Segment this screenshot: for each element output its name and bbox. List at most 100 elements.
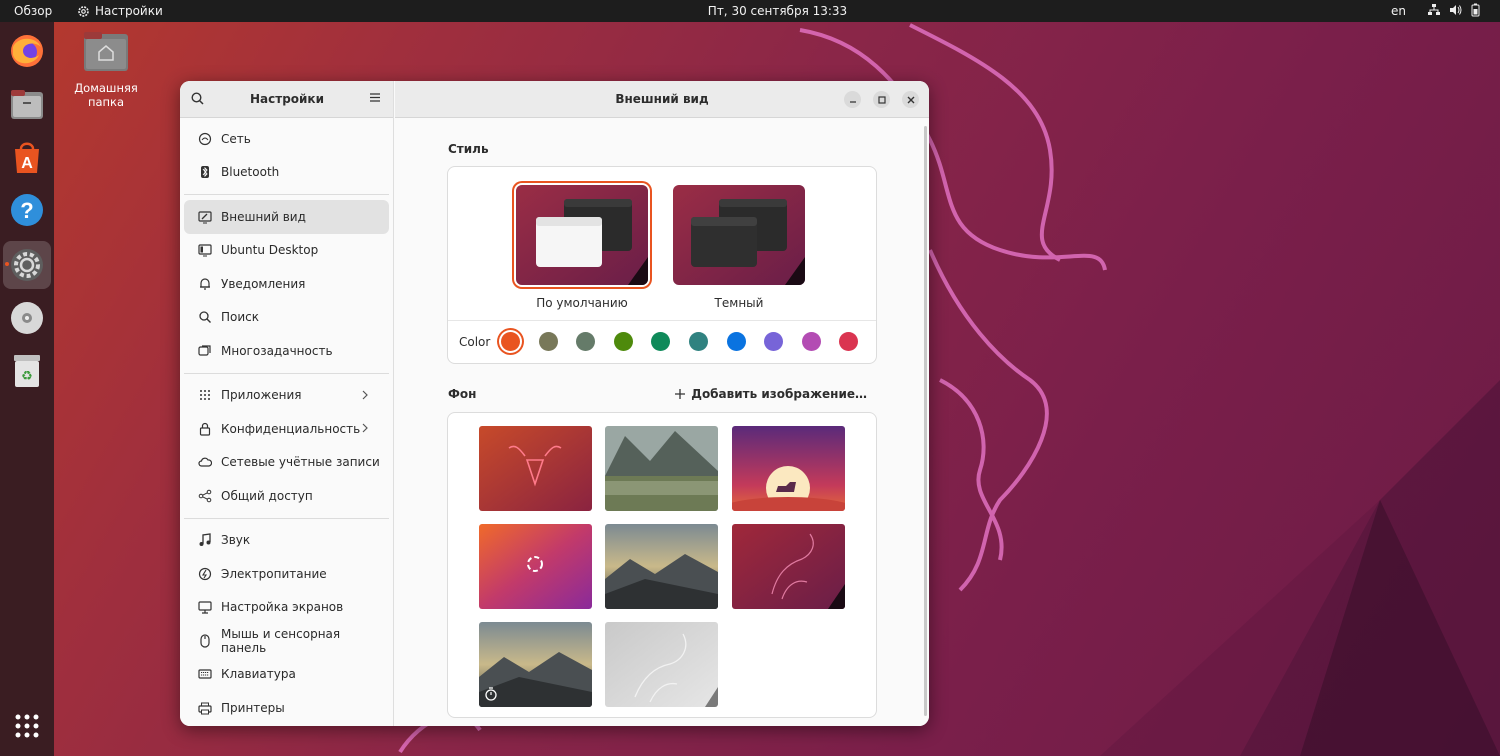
accent-color-swatch[interactable] (726, 332, 746, 351)
system-tray[interactable] (1428, 3, 1480, 17)
sidebar-item-keyboard[interactable]: Клавиатура (184, 658, 389, 692)
sidebar-list: Сеть Bluetooth Внешний вид Ubuntu Desktop Ув… (180, 118, 393, 725)
maximize-icon (877, 95, 886, 104)
close-icon (907, 96, 914, 103)
disc-launcher[interactable] (3, 294, 51, 342)
wallpaper-thumb[interactable] (479, 524, 592, 609)
sidebar-item-printer[interactable]: Принтеры (184, 691, 389, 725)
style-dark-label: Темный (714, 296, 764, 310)
sidebar-item-lock[interactable]: Конфиденциальность (184, 412, 389, 446)
scrollbar[interactable] (924, 126, 927, 716)
color-label: Color (459, 335, 491, 349)
dock: A ? ♻ (0, 22, 54, 756)
network-icon (198, 132, 212, 145)
home-folder-label: Домашняя папка (74, 81, 138, 109)
trash-launcher[interactable]: ♻ (3, 347, 51, 395)
help-launcher[interactable]: ? (3, 186, 51, 234)
wallpaper-thumb[interactable] (605, 622, 718, 707)
sidebar-item-appearance[interactable]: Внешний вид (184, 200, 389, 234)
style-section-label: Стиль (448, 142, 489, 156)
divider (448, 320, 876, 321)
accent-color-swatch[interactable] (839, 332, 859, 351)
sidebar-item-multitasking[interactable]: Многозадачность (184, 334, 389, 368)
files-launcher[interactable] (3, 80, 51, 128)
accent-color-swatch[interactable] (651, 332, 671, 351)
settings-window: Настройки Сеть Bluetooth Внешний вид Ubuntu… (180, 81, 929, 726)
sidebar-item-power[interactable]: Электропитание (184, 557, 389, 591)
wallpaper-ubuntu-gradient (479, 524, 592, 609)
battery-icon (1471, 3, 1480, 17)
sidebar-item-label: Поиск (221, 310, 260, 325)
sidebar-item-label: Общий доступ (221, 488, 313, 503)
desktop-home-folder[interactable]: Домашняя папка (58, 30, 154, 109)
mouse-icon (200, 634, 210, 648)
style-default-option[interactable] (516, 185, 648, 285)
sidebar-item-share[interactable]: Общий доступ (184, 479, 389, 513)
sidebar-item-ubuntu-desktop[interactable]: Ubuntu Desktop (184, 234, 389, 268)
sidebar-item-search[interactable]: Поиск (184, 301, 389, 335)
add-image-label: Добавить изображение… (691, 387, 867, 401)
maximize-button[interactable] (873, 91, 890, 108)
sidebar-item-cloud[interactable]: Сетевые учётные записи (184, 446, 389, 480)
accent-color-swatch[interactable] (689, 332, 708, 351)
sidebar-title: Настройки (249, 92, 324, 106)
appearance-icon (198, 211, 212, 224)
sidebar-item-bell[interactable]: Уведомления (184, 267, 389, 301)
background-section-label: Фон (448, 387, 477, 401)
wallpaper-thumb[interactable] (479, 426, 592, 511)
firefox-launcher[interactable] (3, 27, 51, 75)
wallpaper-thumb[interactable] (732, 426, 845, 511)
add-image-button[interactable]: Добавить изображение… (675, 387, 867, 401)
wallpaper-thumb[interactable] (732, 524, 845, 609)
wallpaper-lake-mountains (605, 426, 718, 511)
disc-icon (11, 302, 43, 334)
clock[interactable]: Пт, 30 сентября 13:33 (0, 4, 1500, 18)
sidebar-item-display[interactable]: Настройка экранов (184, 591, 389, 625)
sidebar-item-label: Уведомления (221, 276, 306, 291)
files-icon (11, 90, 43, 119)
sidebar-item-mouse[interactable]: Мышь и сенсорная панель (184, 624, 389, 658)
settings-icon (11, 249, 43, 281)
style-dark-option[interactable] (673, 185, 805, 285)
music-note-icon (199, 533, 211, 547)
style-card: По умолчанию Темный Color (447, 166, 877, 364)
wallpaper-moon-kudu (732, 426, 845, 511)
search-icon (199, 311, 211, 324)
close-button[interactable] (902, 91, 919, 108)
accent-color-swatch[interactable] (801, 332, 821, 351)
sidebar-item-label: Сетевые учётные записи (221, 455, 380, 470)
accent-color-swatch[interactable] (764, 332, 784, 351)
sidebar-item-label: Конфиденциальность (221, 421, 361, 436)
wallpaper-thumb[interactable] (605, 426, 718, 511)
home-folder-icon (84, 32, 128, 71)
keyboard-icon (198, 669, 212, 679)
ubuntu-desktop-icon (198, 244, 212, 257)
input-source[interactable]: en (1391, 4, 1406, 18)
sidebar-item-label: Мышь и сенсорная панель (221, 626, 341, 655)
settings-launcher[interactable] (3, 241, 51, 289)
sidebar-item-music-note[interactable]: Звук (184, 524, 389, 558)
sidebar-item-network[interactable]: Сеть (184, 122, 389, 156)
volume-icon (1450, 5, 1462, 15)
sidebar-separator (184, 517, 389, 519)
sidebar-item-label: Многозадачность (221, 343, 333, 358)
style-default-label: По умолчанию (536, 296, 628, 310)
show-apps-button[interactable] (3, 702, 51, 750)
accent-color-swatch[interactable] (576, 332, 596, 351)
accent-color-swatch[interactable] (538, 332, 558, 351)
sidebar-item-label: Сеть (221, 131, 251, 146)
wallpaper-kudu-red (732, 524, 845, 609)
sidebar-item-bluetooth[interactable]: Bluetooth (184, 156, 389, 190)
hamburger-menu-icon[interactable] (370, 93, 380, 102)
multitasking-icon (198, 345, 211, 356)
sidebar-item-apps-grid[interactable]: Приложения (184, 379, 389, 413)
accent-color-swatch[interactable] (613, 332, 633, 351)
minimize-button[interactable] (844, 91, 861, 108)
appearance-panel: Внешний вид Стиль По умолчанию Темный Co… (395, 81, 929, 726)
wallpaper-thumb[interactable] (605, 524, 718, 609)
wallpaper-thumb[interactable] (479, 622, 592, 707)
app-center-launcher[interactable]: A (3, 133, 51, 181)
bell-icon (200, 278, 210, 290)
wallpaper-mountain-valley (605, 524, 718, 609)
accent-color-swatch[interactable] (501, 332, 520, 351)
